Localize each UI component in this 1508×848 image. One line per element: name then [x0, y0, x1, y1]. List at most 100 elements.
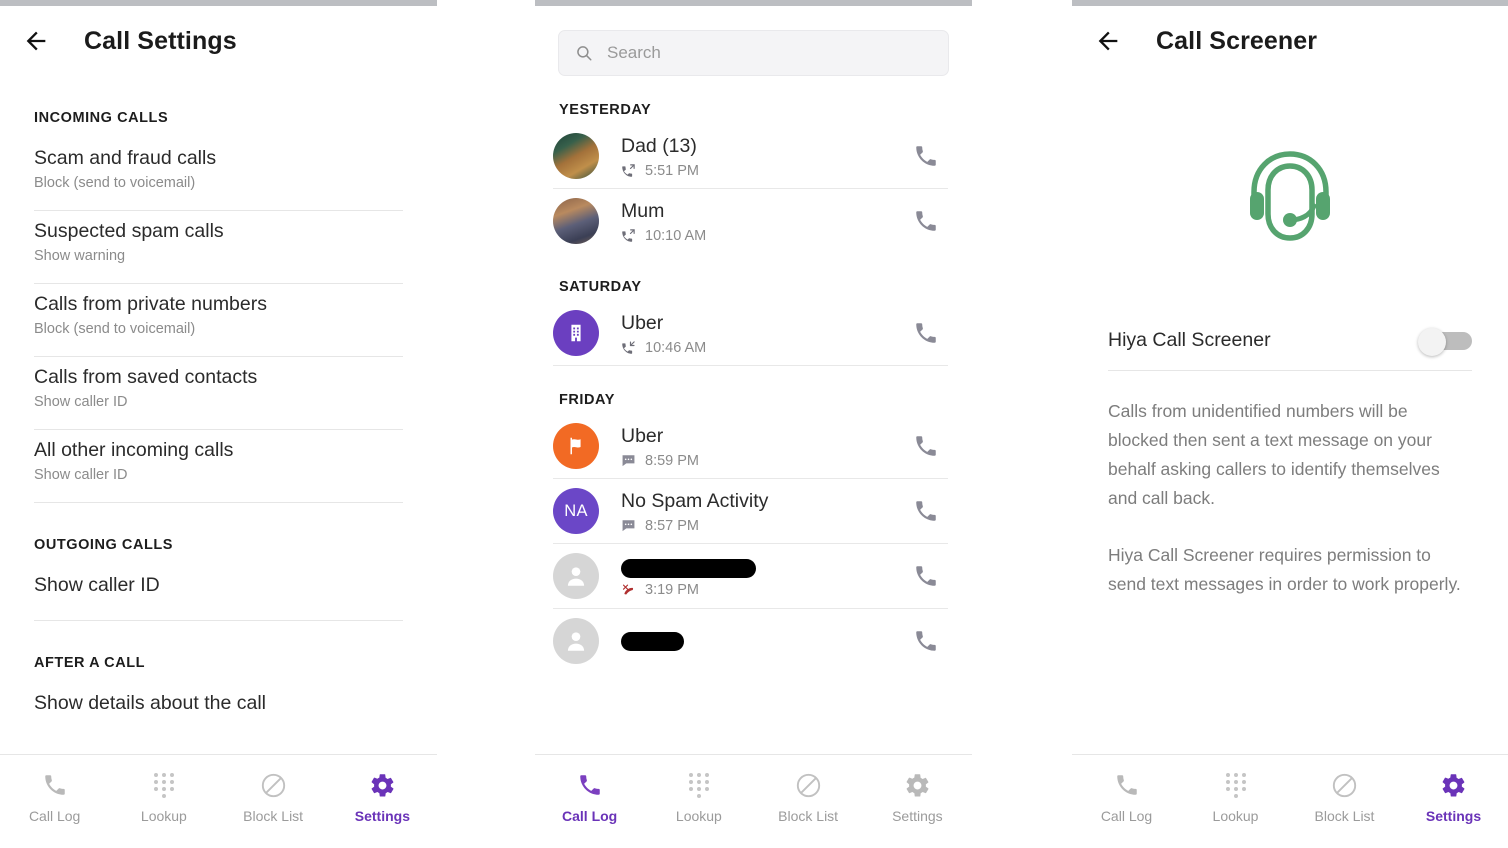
list-item[interactable] — [553, 609, 948, 673]
bottom-navigation: Call Log Lookup Block List Settings — [535, 754, 972, 848]
nav-item-lookup[interactable]: Lookup — [644, 768, 753, 824]
phone-icon — [577, 768, 603, 802]
block-icon — [1331, 768, 1358, 802]
nav-item-call-log[interactable]: Call Log — [0, 768, 109, 824]
list-item[interactable]: Uber 10:46 AM — [553, 301, 948, 366]
call-time: 5:51 PM — [645, 162, 699, 179]
settings-row-title: All other incoming calls — [34, 439, 234, 461]
call-entry-text: Uber 10:46 AM — [621, 311, 904, 356]
search-icon — [575, 44, 593, 62]
nav-item-lookup[interactable]: Lookup — [1181, 768, 1290, 824]
call-time: 10:46 AM — [645, 339, 707, 356]
settings-row-title: Show details about the call — [34, 692, 266, 714]
nav-item-block-list[interactable]: Block List — [754, 768, 863, 824]
nav-label: Lookup — [1212, 808, 1259, 824]
caller-name-redacted — [621, 632, 684, 651]
settings-row-saved-contacts[interactable]: Calls from saved contacts Show caller ID — [34, 357, 403, 430]
outgoing-call-icon — [621, 163, 636, 178]
nav-item-call-log[interactable]: Call Log — [1072, 768, 1181, 824]
nav-item-settings[interactable]: Settings — [863, 768, 972, 824]
hero-illustration — [1108, 76, 1472, 319]
settings-row-scam-fraud[interactable]: Scam and fraud calls Block (send to voic… — [34, 138, 403, 211]
call-meta: 3:19 PM — [621, 582, 904, 598]
avatar — [553, 553, 599, 599]
call-log-group: Uber 10:46 AM — [535, 301, 972, 366]
screenshot-stage: Call Settings INCOMING CALLS Scam and fr… — [0, 0, 1508, 848]
call-entry-text: 3:19 PM — [621, 555, 904, 598]
call-screener-body: Hiya Call Screener Calls from unidentifi… — [1072, 76, 1508, 848]
hiya-call-screener-switch[interactable] — [1418, 327, 1472, 356]
call-time: 3:19 PM — [645, 581, 699, 598]
search-input[interactable] — [607, 43, 932, 63]
avatar: NA — [553, 488, 599, 534]
settings-row-suspected-spam[interactable]: Suspected spam calls Show warning — [34, 211, 403, 284]
nav-item-lookup[interactable]: Lookup — [109, 768, 218, 824]
nav-item-call-log[interactable]: Call Log — [535, 768, 644, 824]
caller-name: Uber — [621, 424, 664, 447]
call-back-button[interactable] — [904, 134, 948, 178]
headset-icon — [1232, 142, 1348, 257]
nav-item-block-list[interactable]: Block List — [1290, 768, 1399, 824]
call-back-button[interactable] — [904, 311, 948, 355]
call-time: 8:57 PM — [645, 517, 699, 534]
call-time: 8:59 PM — [645, 452, 699, 469]
settings-row-all-other-incoming[interactable]: All other incoming calls Show caller ID — [34, 430, 403, 503]
nav-item-settings[interactable]: Settings — [1399, 768, 1508, 824]
settings-row-title: Calls from saved contacts — [34, 366, 258, 388]
settings-row-title: Calls from private numbers — [34, 293, 267, 315]
gear-icon — [369, 768, 396, 802]
nav-label: Lookup — [675, 808, 722, 824]
gear-icon — [904, 768, 931, 802]
list-item[interactable]: Uber 8:59 PM — [553, 414, 948, 479]
nav-label: Block List — [1314, 808, 1375, 824]
nav-label: Settings — [1425, 808, 1482, 824]
panel-call-settings: Call Settings INCOMING CALLS Scam and fr… — [0, 0, 437, 848]
section-heading-outgoing: OUTGOING CALLS — [34, 537, 173, 553]
settings-row-show-details[interactable]: Show details about the call — [34, 683, 403, 738]
avatar — [553, 618, 599, 664]
app-bar-call-screener: Call Screener — [1072, 6, 1508, 76]
bottom-navigation: Call Log Lookup Block List Settings — [0, 754, 437, 848]
page-title: Call Screener — [1156, 26, 1318, 55]
call-back-button[interactable] — [904, 619, 948, 663]
message-icon — [621, 453, 636, 468]
settings-row-private-numbers[interactable]: Calls from private numbers Block (send t… — [34, 284, 403, 357]
day-heading-friday: FRIDAY — [559, 392, 615, 408]
nav-label: Call Log — [1100, 808, 1153, 824]
avatar — [553, 423, 599, 469]
missed-call-icon — [621, 582, 636, 597]
settings-row-subtitle: Show warning — [34, 248, 126, 264]
app-bar-call-settings: Call Settings — [0, 6, 437, 76]
nav-item-settings[interactable]: Settings — [328, 768, 437, 824]
toggle-label: Hiya Call Screener — [1108, 329, 1271, 351]
dialpad-icon — [687, 768, 711, 802]
section-heading-incoming: INCOMING CALLS — [34, 110, 169, 126]
list-item[interactable]: Mum 10:10 AM — [553, 189, 948, 253]
search-box[interactable] — [558, 30, 949, 76]
list-item[interactable]: 3:19 PM — [553, 544, 948, 609]
call-screener-toggle-row[interactable]: Hiya Call Screener — [1108, 319, 1472, 371]
dialpad-icon — [1224, 768, 1248, 802]
avatar — [553, 133, 599, 179]
call-back-button[interactable] — [904, 489, 948, 533]
settings-row-subtitle: Block (send to voicemail) — [34, 175, 196, 191]
back-arrow-icon[interactable] — [10, 15, 62, 67]
call-back-button[interactable] — [904, 424, 948, 468]
nav-item-block-list[interactable]: Block List — [219, 768, 328, 824]
settings-row-show-caller-id[interactable]: Show caller ID — [34, 565, 403, 621]
panel-call-log: YESTERDAY Dad (13) 5:51 PM — [535, 0, 972, 848]
settings-row-subtitle: Show caller ID — [34, 467, 128, 483]
outgoing-call-icon — [621, 228, 636, 243]
caller-name: Uber — [621, 311, 664, 334]
back-arrow-icon[interactable] — [1082, 15, 1134, 67]
caller-name: Dad (13) — [621, 134, 697, 157]
call-back-button[interactable] — [904, 554, 948, 598]
list-item[interactable]: NA No Spam Activity 8:57 PM — [553, 479, 948, 544]
call-meta: 10:46 AM — [621, 340, 904, 356]
list-item[interactable]: Dad (13) 5:51 PM — [553, 124, 948, 189]
message-icon — [621, 518, 636, 533]
switch-knob — [1418, 327, 1446, 356]
dialpad-icon — [152, 768, 176, 802]
call-back-button[interactable] — [904, 199, 948, 243]
caller-name-redacted — [621, 558, 756, 578]
